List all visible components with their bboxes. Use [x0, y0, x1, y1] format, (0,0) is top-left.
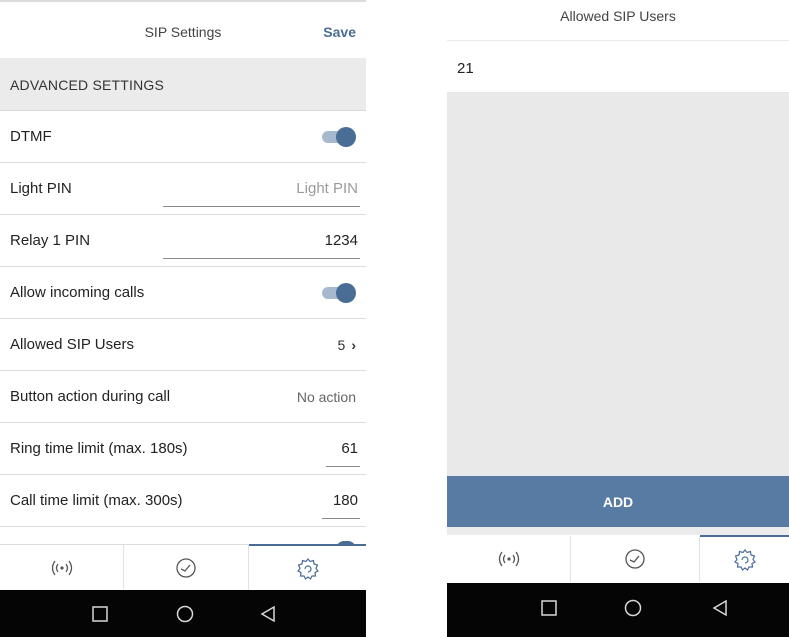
page-title: SIP Settings [144, 24, 222, 40]
section-title: ADVANCED SETTINGS [10, 77, 165, 93]
button-action-value: No action [296, 389, 356, 405]
section-header: ADVANCED SETTINGS [0, 58, 366, 111]
gear-icon [733, 549, 756, 571]
back-button[interactable] [680, 583, 760, 633]
call-time-row: Call time limit (max. 300s) [0, 475, 366, 527]
recents-square-icon [541, 600, 557, 616]
sip-settings-screen: SIP Settings Save ADVANCED SETTINGS DTMF… [0, 0, 366, 637]
home-circle-icon [176, 605, 194, 623]
allowed-sip-users-label: Allowed SIP Users [10, 336, 134, 353]
tab-settings[interactable] [249, 544, 366, 592]
tab-gauge[interactable] [124, 545, 249, 591]
toggle-knob [336, 127, 356, 147]
dtmf-row: DTMF [0, 111, 366, 163]
recents-button[interactable] [509, 583, 589, 633]
ring-time-label: Ring time limit (max. 180s) [10, 440, 188, 457]
allow-incoming-label: Allow incoming calls [10, 284, 145, 301]
tab-broadcast[interactable] [447, 536, 571, 582]
ring-time-row: Ring time limit (max. 180s) [0, 423, 366, 475]
header: Allowed SIP Users [447, 0, 789, 41]
broadcast-icon [51, 560, 72, 576]
relay1-pin-row: Relay 1 PIN [0, 215, 366, 267]
allowed-sip-users-value: 5 › [338, 319, 356, 371]
save-button[interactable]: Save [323, 2, 356, 62]
allow-incoming-row: Allow incoming calls [0, 267, 366, 319]
page-title: Allowed SIP Users [560, 8, 676, 24]
recents-button[interactable] [60, 590, 140, 637]
header: SIP Settings Save [0, 2, 366, 58]
light-pin-input[interactable] [163, 171, 360, 207]
relay1-pin-input[interactable] [163, 223, 360, 259]
home-button[interactable] [145, 590, 225, 637]
relay1-pin-label: Relay 1 PIN [10, 232, 91, 249]
tab-bar [447, 535, 789, 583]
tab-bar [0, 544, 366, 591]
home-circle-icon [624, 599, 642, 617]
light-pin-label: Light PIN [10, 180, 72, 197]
add-button[interactable]: ADD [447, 476, 789, 527]
tab-broadcast[interactable] [0, 545, 124, 591]
call-time-input[interactable] [322, 483, 360, 519]
empty-list-area [447, 93, 789, 476]
button-action-row[interactable]: Button action during call No action [0, 371, 366, 423]
allow-incoming-toggle[interactable] [320, 283, 356, 303]
allowed-sip-users-row[interactable]: Allowed SIP Users 5 › [0, 319, 366, 371]
system-nav-bar [447, 583, 789, 637]
broadcast-icon [498, 551, 519, 567]
back-button[interactable] [228, 590, 308, 637]
gear-icon [296, 558, 319, 580]
system-nav-bar [0, 590, 366, 637]
button-action-label: Button action during call [10, 388, 171, 405]
recents-square-icon [92, 606, 108, 622]
list-item[interactable]: 21 [447, 41, 789, 93]
dtmf-toggle[interactable] [320, 127, 356, 147]
back-triangle-icon [712, 599, 727, 617]
gauge-icon [176, 558, 196, 578]
light-pin-row: Light PIN [0, 163, 366, 215]
tab-settings[interactable] [700, 535, 789, 583]
sip-user-value: 21 [457, 60, 474, 77]
toggle-knob [336, 283, 356, 303]
allowed-sip-users-screen: Allowed SIP Users 21 ADD [447, 0, 789, 637]
allowed-sip-users-count: 5 [337, 337, 346, 353]
chevron-right-icon: › [351, 337, 356, 353]
tab-gauge[interactable] [571, 536, 700, 582]
ring-time-input[interactable] [326, 431, 360, 467]
back-triangle-icon [260, 605, 275, 623]
divider [447, 527, 789, 535]
dtmf-label: DTMF [10, 128, 52, 145]
home-button[interactable] [593, 583, 673, 633]
call-time-label: Call time limit (max. 300s) [10, 492, 183, 509]
gauge-icon [625, 549, 645, 569]
